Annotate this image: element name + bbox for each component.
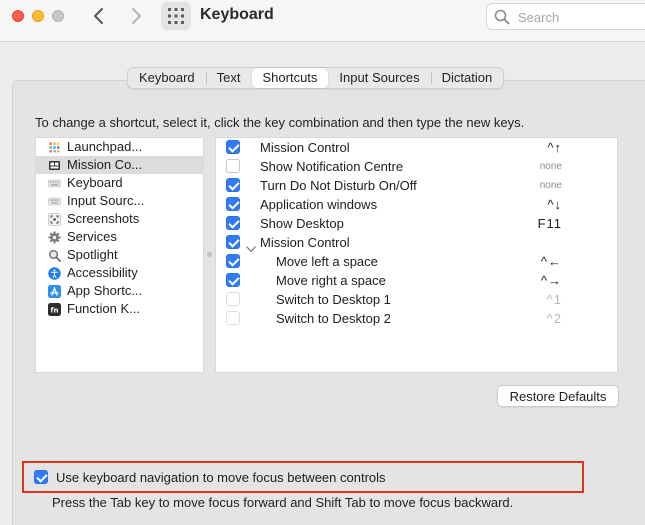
shortcut-row[interactable]: Application windows ^↓ bbox=[216, 195, 617, 214]
shortcut-row[interactable]: Switch to Desktop 1 ^1 bbox=[216, 290, 617, 309]
window-title: Keyboard bbox=[200, 6, 274, 23]
title-bar: Keyboard bbox=[0, 0, 645, 42]
shortcut-checkbox[interactable] bbox=[226, 254, 240, 268]
category-label: Keyboard bbox=[67, 175, 123, 190]
minimize-window-button[interactable] bbox=[32, 10, 44, 22]
shortcut-checkbox[interactable] bbox=[226, 178, 240, 192]
shortcut-checkbox[interactable] bbox=[226, 273, 240, 287]
keyboard-navigation-option: Use keyboard navigation to move focus be… bbox=[22, 461, 584, 493]
shortcut-key-combo[interactable]: ^↑ bbox=[547, 138, 562, 157]
keyboard-navigation-hint: Press the Tab key to move focus forward … bbox=[52, 495, 514, 510]
category-item[interactable]: Mission Co... bbox=[36, 156, 203, 174]
shortcut-key-combo[interactable]: ^↓ bbox=[547, 195, 562, 214]
accessibility-icon bbox=[48, 267, 61, 280]
shortcut-key-combo[interactable]: F11 bbox=[538, 214, 562, 233]
shortcut-label: Show Notification Centre bbox=[260, 159, 404, 174]
close-window-button[interactable] bbox=[12, 10, 24, 22]
shortcut-category-list[interactable]: Launchpad... Mission Co... Keyboard Input S… bbox=[35, 137, 204, 373]
category-item[interactable]: Accessibility bbox=[36, 264, 203, 282]
shortcut-row[interactable]: Switch to Desktop 2 ^2 bbox=[216, 309, 617, 328]
shortcut-label: Move right a space bbox=[276, 273, 386, 288]
shortcut-checkbox[interactable] bbox=[226, 159, 240, 173]
search-field[interactable] bbox=[486, 3, 645, 30]
shortcut-checkbox[interactable] bbox=[226, 197, 240, 211]
category-label: Accessibility bbox=[67, 265, 138, 280]
tab-shortcuts[interactable]: Shortcuts bbox=[251, 68, 329, 88]
category-label: Function K... bbox=[67, 301, 140, 316]
app-store-icon bbox=[48, 285, 61, 298]
shortcut-label: Application windows bbox=[260, 197, 378, 212]
magnifier-icon bbox=[48, 249, 61, 262]
fn-key-icon: fn bbox=[48, 303, 61, 316]
keyboard-navigation-label[interactable]: Use keyboard navigation to move focus be… bbox=[56, 470, 386, 485]
forward-button[interactable] bbox=[124, 5, 148, 27]
shortcut-checkbox[interactable] bbox=[226, 216, 240, 230]
shortcut-checkbox[interactable] bbox=[226, 235, 240, 249]
shortcut-key-combo[interactable]: none bbox=[540, 157, 562, 176]
shortcut-label: Switch to Desktop 2 bbox=[276, 311, 391, 326]
keyboard-navigation-checkbox[interactable] bbox=[34, 470, 48, 484]
category-label: Launchpad... bbox=[67, 139, 143, 154]
tab-input-sources[interactable]: Input Sources bbox=[328, 68, 430, 88]
shortcut-row[interactable]: Mission Control ^↑ bbox=[216, 138, 617, 157]
shortcut-label: Move left a space bbox=[276, 254, 378, 269]
shortcut-key-combo[interactable]: ^2 bbox=[547, 309, 562, 328]
instructions-text: To change a shortcut, select it, click t… bbox=[35, 115, 525, 130]
shortcut-label: Show Desktop bbox=[260, 216, 344, 231]
back-button[interactable] bbox=[87, 5, 111, 27]
shortcut-checkbox[interactable] bbox=[226, 292, 240, 306]
category-item[interactable]: App Shortc... bbox=[36, 282, 203, 300]
tab-dictation[interactable]: Dictation bbox=[430, 68, 504, 88]
shortcut-list[interactable]: Mission Control ^↑ Show Notification Centr… bbox=[215, 137, 618, 373]
shortcut-key-combo[interactable]: ^→ bbox=[541, 271, 562, 290]
screenshot-icon bbox=[48, 213, 61, 226]
category-item[interactable]: fn Function K... bbox=[36, 300, 203, 318]
shortcut-key-combo[interactable]: none bbox=[540, 176, 562, 195]
shortcut-label: Turn Do Not Disturb On/Off bbox=[260, 178, 417, 193]
shortcut-row[interactable]: Move left a space ^← bbox=[216, 252, 617, 271]
restore-defaults-button[interactable]: Restore Defaults bbox=[497, 385, 619, 407]
shortcut-row[interactable]: Show Notification Centre none bbox=[216, 157, 617, 176]
show-all-button[interactable] bbox=[161, 2, 191, 30]
mission-control-icon bbox=[48, 159, 61, 172]
shortcut-label: Mission Control bbox=[260, 235, 350, 250]
search-input[interactable] bbox=[516, 8, 636, 26]
shortcut-key-combo[interactable]: ^← bbox=[541, 252, 562, 271]
shortcut-label: Switch to Desktop 1 bbox=[276, 292, 391, 307]
shortcut-key-combo[interactable]: ^1 bbox=[547, 290, 562, 309]
search-icon bbox=[494, 9, 510, 25]
shortcut-checkbox[interactable] bbox=[226, 140, 240, 154]
split-view-handle[interactable] bbox=[207, 252, 212, 257]
tab-text[interactable]: Text bbox=[205, 68, 252, 88]
category-label: Spotlight bbox=[67, 247, 118, 262]
shortcut-row[interactable]: Mission Control bbox=[216, 233, 617, 253]
grid-icon bbox=[168, 8, 184, 24]
tab-bar: Keyboard Text Shortcuts Input Sources Dictat… bbox=[127, 67, 505, 89]
category-label: Input Sourc... bbox=[67, 193, 145, 208]
category-item[interactable]: Spotlight bbox=[36, 246, 203, 264]
tab-keyboard[interactable]: Keyboard bbox=[128, 68, 206, 88]
chevron-right-icon bbox=[132, 8, 141, 24]
shortcut-row[interactable]: Turn Do Not Disturb On/Off none bbox=[216, 176, 617, 195]
category-item[interactable]: Services bbox=[36, 228, 203, 246]
shortcut-row[interactable]: Show Desktop F11 bbox=[216, 214, 617, 233]
category-item[interactable]: Keyboard bbox=[36, 174, 203, 192]
category-item[interactable]: Screenshots bbox=[36, 210, 203, 228]
input-sources-icon bbox=[48, 195, 61, 208]
category-label: Services bbox=[67, 229, 117, 244]
category-label: Screenshots bbox=[67, 211, 140, 226]
zoom-window-button[interactable] bbox=[52, 10, 64, 22]
shortcut-label: Mission Control bbox=[260, 140, 350, 155]
launchpad-icon bbox=[48, 141, 61, 154]
shortcut-checkbox[interactable] bbox=[226, 311, 240, 325]
category-label: Mission Co... bbox=[67, 157, 143, 172]
category-item[interactable]: Launchpad... bbox=[36, 138, 203, 156]
chevron-left-icon bbox=[94, 8, 103, 24]
category-item[interactable]: Input Sourc... bbox=[36, 192, 203, 210]
category-label: App Shortc... bbox=[67, 283, 143, 298]
shortcut-row[interactable]: Move right a space ^→ bbox=[216, 271, 617, 290]
keyboard-icon bbox=[48, 177, 61, 190]
svg-text:fn: fn bbox=[50, 307, 58, 315]
gear-icon bbox=[48, 231, 61, 244]
